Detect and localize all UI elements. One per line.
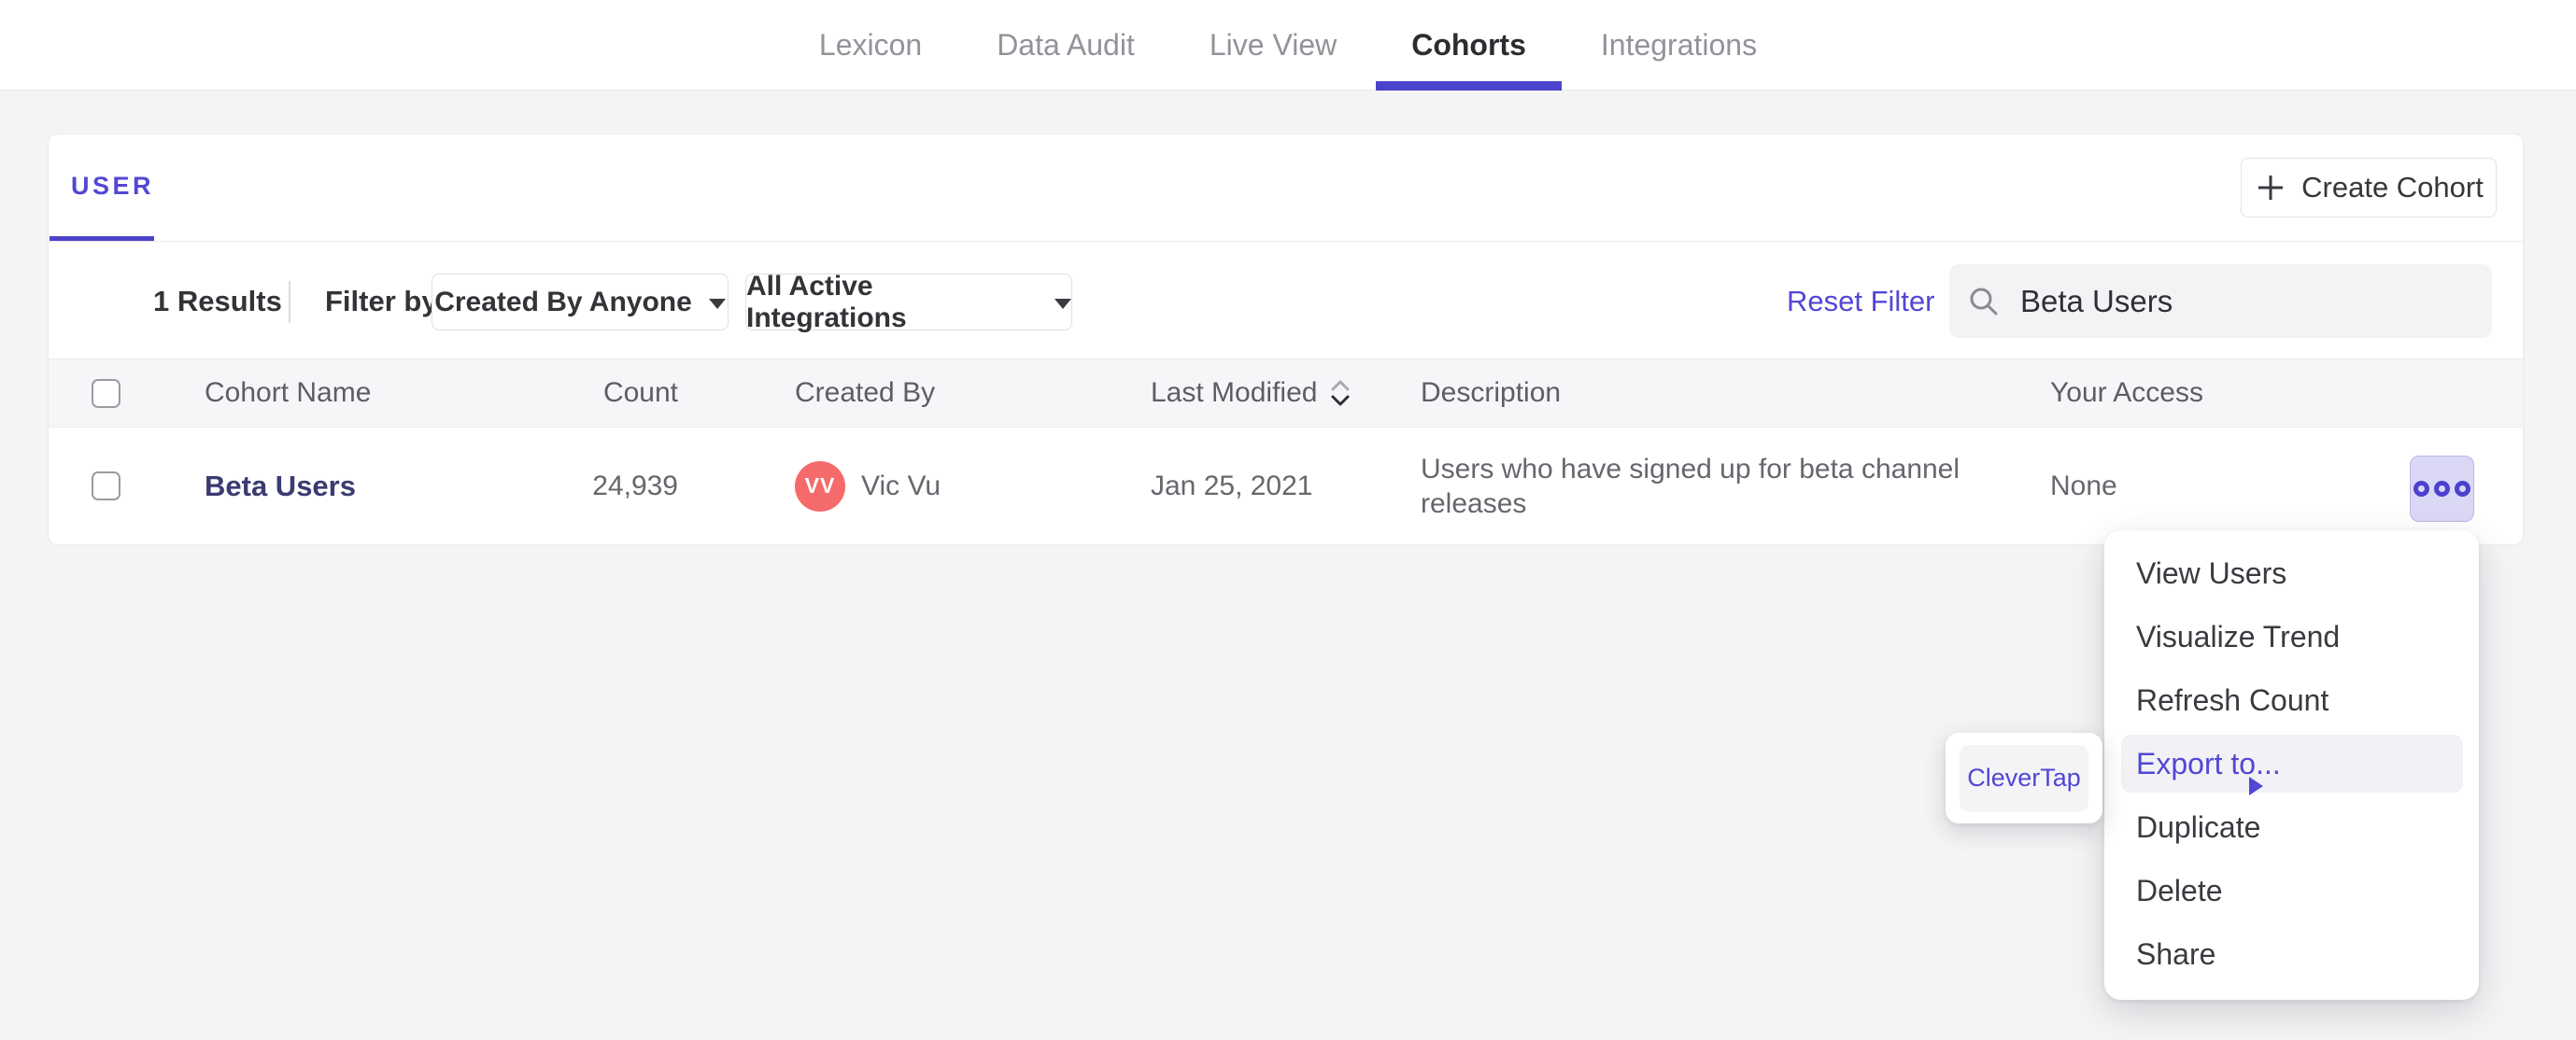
ellipsis-dot-icon (2455, 481, 2470, 497)
tab-data-audit[interactable]: Data Audit (997, 0, 1135, 90)
menu-item-label: Visualize Trend (2136, 619, 2341, 654)
cohort-name-cell: Beta Users (205, 428, 356, 544)
menu-item-label: Export to... (2136, 746, 2281, 780)
filter-bar-divider (289, 281, 290, 323)
create-cohort-button[interactable]: Create Cohort (2241, 158, 2497, 218)
menu-item-view-users[interactable]: View Users (2104, 541, 2479, 605)
submenu-item-clevertap[interactable]: CleverTap (1960, 744, 2088, 812)
menu-item-export-to[interactable]: Export to... (2104, 732, 2479, 795)
created-by-dropdown[interactable]: Created By Anyone (432, 274, 729, 330)
top-navigation: Lexicon Data Audit Live View Cohorts Int… (0, 0, 2576, 91)
menu-item-share[interactable]: Share (2104, 922, 2479, 986)
search-box[interactable] (1949, 264, 2492, 338)
tab-lexicon-label: Lexicon (818, 27, 923, 62)
table-header-row: Cohort Name Count Created By Last Modifi… (49, 358, 2523, 428)
sort-icon[interactable] (1328, 377, 1352, 409)
context-menu: View Users Visualize Trend Refresh Count… (2104, 530, 2479, 1000)
submenu-arrow-icon (2248, 777, 2263, 795)
plus-icon (2258, 176, 2284, 200)
column-count: Count (602, 377, 678, 408)
integrations-dropdown[interactable]: All Active Integrations (745, 271, 1072, 333)
menu-item-duplicate[interactable]: Duplicate (2104, 795, 2479, 859)
chevron-down-icon (708, 298, 726, 309)
menu-item-label: Delete (2136, 873, 2223, 907)
column-last-modified[interactable]: Last Modified (1151, 359, 1352, 427)
tab-lexicon[interactable]: Lexicon (819, 0, 922, 90)
created-by-cell: VV Vic Vu (795, 428, 941, 544)
tab-data-audit-label: Data Audit (997, 27, 1135, 62)
created-by-name: Vic Vu (861, 470, 941, 501)
tab-integrations[interactable]: Integrations (1601, 0, 1757, 90)
table-row: Beta Users 24,939 VV Vic Vu Jan 25, 2021… (49, 428, 2523, 544)
tab-integrations-label: Integrations (1600, 27, 1758, 62)
column-description: Description (1421, 377, 1562, 408)
filter-by-label: Filter by (325, 285, 438, 317)
search-input[interactable] (2020, 283, 2431, 319)
tab-user[interactable]: USER (71, 172, 154, 201)
avatar: VV (795, 460, 845, 512)
last-modified-label: Last Modified (1151, 377, 1318, 408)
tab-live-view-label: Live View (1209, 27, 1338, 62)
row-checkbox-cell (92, 428, 120, 544)
cohort-description: Users who have signed up for beta channe… (1421, 453, 1960, 519)
menu-item-label: Duplicate (2136, 809, 2261, 844)
created-by-dropdown-label: Created By Anyone (434, 286, 692, 317)
cohort-description-cell: Users who have signed up for beta channe… (1421, 428, 2037, 544)
export-submenu: CleverTap (1946, 733, 2102, 823)
integrations-dropdown-label: All Active Integrations (746, 270, 907, 333)
menu-item-label: View Users (2136, 555, 2287, 590)
menu-item-visualize-trend[interactable]: Visualize Trend (2104, 605, 2479, 668)
reset-filter-link[interactable]: Reset Filter (1787, 285, 1934, 318)
access-level: None (2050, 470, 2117, 501)
tab-cohorts[interactable]: Cohorts (1376, 0, 1562, 91)
cohorts-panel: USER Create Cohort 1 Results Filter by C… (48, 134, 2524, 544)
column-your-access: Your Access (2050, 377, 2203, 408)
search-icon (1970, 288, 1998, 315)
row-checkbox[interactable] (92, 471, 120, 500)
ellipsis-dot-icon (2413, 481, 2429, 497)
tabs-divider (49, 241, 2523, 242)
column-cohort-name: Cohort Name (205, 377, 372, 408)
create-cohort-label: Create Cohort (2301, 171, 2484, 204)
select-all-checkbox[interactable] (92, 378, 120, 408)
cohort-count: 24,939 (592, 470, 678, 501)
chevron-down-icon (1054, 298, 1071, 309)
tab-cohorts-label: Cohorts (1411, 27, 1526, 62)
menu-item-delete[interactable]: Delete (2104, 859, 2479, 922)
ellipsis-dot-icon (2434, 481, 2450, 497)
cohort-name-link[interactable]: Beta Users (205, 470, 356, 503)
tab-live-view[interactable]: Live View (1210, 0, 1337, 90)
select-all-cell (92, 359, 120, 427)
last-modified-date: Jan 25, 2021 (1151, 470, 1313, 501)
row-actions-button[interactable] (2410, 456, 2474, 522)
column-created-by: Created By (795, 377, 936, 408)
menu-item-refresh-count[interactable]: Refresh Count (2104, 668, 2479, 732)
menu-item-label: Refresh Count (2136, 682, 2329, 717)
menu-item-label: Share (2136, 936, 2216, 971)
results-count: 1 Results (153, 285, 282, 317)
